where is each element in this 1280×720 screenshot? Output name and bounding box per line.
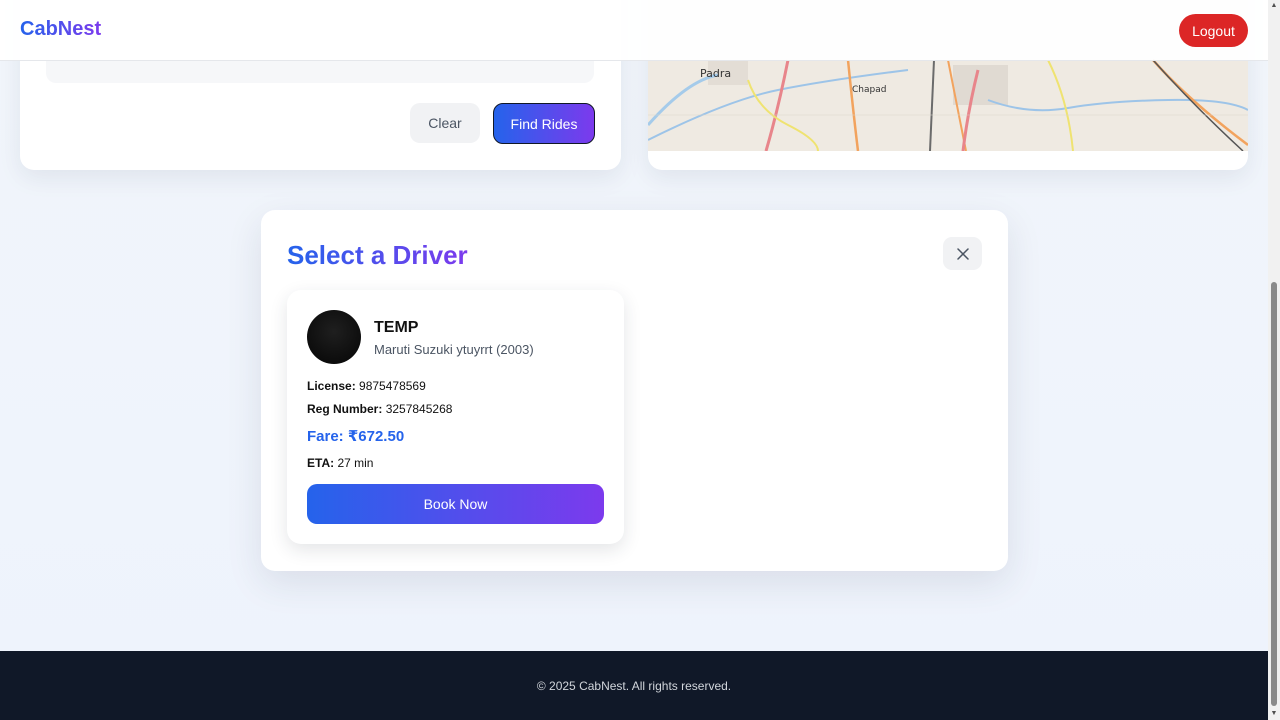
brand-logo[interactable]: CabNest <box>20 18 101 41</box>
panel-title: Select a Driver <box>287 240 468 270</box>
copyright-text: © 2025 CabNest. All rights reserved. <box>536 679 732 693</box>
scroll-down-arrow-icon[interactable]: ▼ <box>1270 710 1278 718</box>
top-navbar: CabNest Logout <box>0 0 1268 61</box>
eta-value: 27 min <box>337 456 374 470</box>
page-scrollbar[interactable]: ▲ ▼ <box>1268 0 1280 720</box>
driver-card: TEMP Maruti Suzuki ytuyrrt (2003) Licens… <box>287 290 624 544</box>
scroll-up-arrow-icon[interactable]: ▲ <box>1270 2 1278 10</box>
fare-amount: Fare: ₹672.50 <box>307 428 405 445</box>
driver-avatar <box>307 310 361 364</box>
close-icon <box>956 247 969 260</box>
clear-button[interactable]: Clear <box>410 103 480 143</box>
reg-number-value: 3257845268 <box>385 402 453 416</box>
eta-line: ETA: 27 min <box>307 456 373 470</box>
driver-name: TEMP <box>374 319 419 336</box>
select-driver-panel: Select a Driver TEMP Maruti Suzuki ytuyr… <box>261 210 1008 571</box>
map-label-padra: Padra <box>700 67 731 80</box>
scrollbar-thumb[interactable] <box>1271 282 1277 706</box>
logout-button[interactable]: Logout <box>1179 14 1248 47</box>
eta-label: ETA: <box>307 456 335 470</box>
license-value: 9875478569 <box>359 379 426 393</box>
license-line: License: 9875478569 <box>307 379 426 393</box>
license-label: License: <box>307 379 356 393</box>
reg-number-line: Reg Number: 3257845268 <box>307 402 452 416</box>
driver-vehicle: Maruti Suzuki ytuyrrt (2003) <box>374 342 534 357</box>
page: Clear Find Rides Padra Chapad CabNest Lo… <box>0 0 1268 720</box>
footer: © 2025 CabNest. All rights reserved. <box>0 651 1268 720</box>
reg-number-label: Reg Number: <box>307 402 383 416</box>
map-label-chapad: Chapad <box>852 85 886 95</box>
book-now-button[interactable]: Book Now <box>307 484 604 524</box>
find-rides-button[interactable]: Find Rides <box>493 103 595 144</box>
close-button[interactable] <box>943 237 982 270</box>
